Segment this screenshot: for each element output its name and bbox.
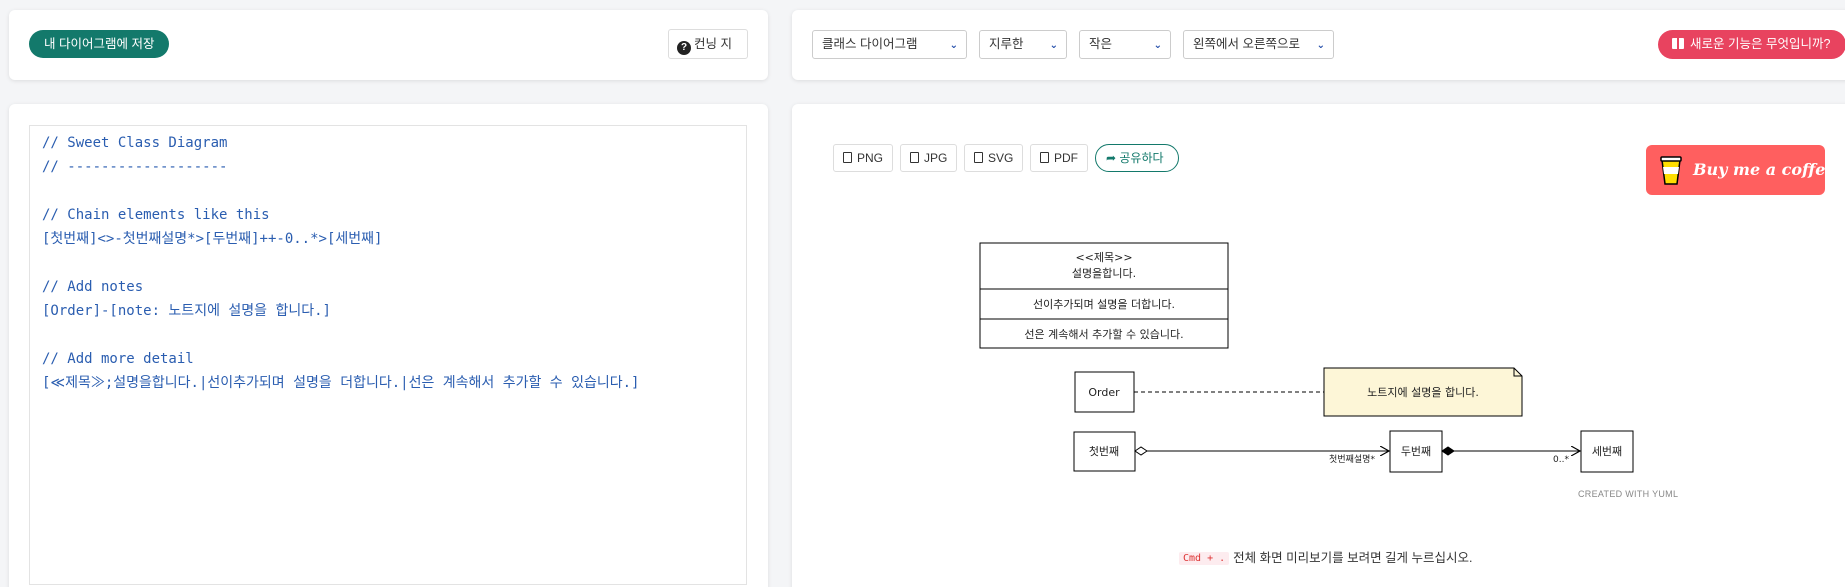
size-value: 작은 — [1089, 37, 1113, 51]
note-box[interactable]: 노트지에 설명을 합니다. — [1323, 367, 1523, 417]
class-description: 설명을합니다. — [1072, 267, 1136, 280]
preview-panel: PNG JPG SVG PDF ➦ 공유하다 Buy me a coffee <… — [792, 104, 1845, 587]
style-select[interactable]: 지루한 ⌄ — [979, 30, 1067, 59]
third-box[interactable]: 세번째 — [1580, 430, 1634, 473]
class-line-2: 선이추가되며 설명을 더합니다. — [1033, 298, 1175, 311]
chevron-down-icon: ⌄ — [949, 40, 958, 51]
gift-icon — [1672, 38, 1684, 49]
shortcut-key: Cmd + . — [1179, 552, 1230, 565]
whats-new-button[interactable]: 새로운 기능은 무엇입니까? — [1658, 30, 1845, 59]
fullscreen-hint: Cmd + . 전체 화면 미리보기를 보려면 길게 누르십시오. — [1179, 547, 1473, 566]
question-circle-icon: ? — [677, 41, 691, 55]
class-box-title[interactable]: <<제목>> 설명을합니다. 선이추가되며 설명을 더합니다. 선은 계속해서 … — [979, 242, 1229, 349]
association-label: 첫번째설명* — [1329, 454, 1375, 465]
whats-new-label: 새로운 기능은 무엇입니까? — [1690, 37, 1831, 51]
chevron-down-icon: ⌄ — [1153, 40, 1162, 51]
save-to-my-diagrams-button[interactable]: 내 다이어그램에 저장 — [29, 30, 170, 58]
multiplicity-label: 0..* — [1553, 455, 1569, 465]
third-label: 세번째 — [1592, 445, 1622, 458]
aggregation-edge: 첫번째설명* — [1134, 447, 1389, 465]
first-label: 첫번째 — [1089, 445, 1119, 458]
size-select[interactable]: 작은 ⌄ — [1079, 30, 1171, 59]
second-label: 두번째 — [1401, 445, 1431, 458]
fullscreen-hint-text: 전체 화면 미리보기를 보려면 길게 누르십시오. — [1233, 551, 1473, 565]
editor-panel: // Sweet Class Diagram // --------------… — [9, 104, 768, 587]
direction-select[interactable]: 왼쪽에서 오른쪽으로 ⌄ — [1183, 30, 1334, 59]
first-box[interactable]: 첫번째 — [1073, 431, 1136, 472]
toolbar-left: 내 다이어그램에 저장 ? 컨닝 지 — [9, 10, 768, 80]
cheat-sheet-label: 컨닝 지 — [694, 37, 732, 51]
uml-diagram: <<제목>> 설명을합니다. 선이추가되며 설명을 더합니다. 선은 계속해서 … — [979, 242, 1634, 473]
order-label: Order — [1088, 386, 1120, 399]
cheat-sheet-button[interactable]: ? 컨닝 지 — [668, 29, 748, 59]
diagram-type-value: 클래스 다이어그램 — [822, 37, 918, 51]
class-line-3: 선은 계속해서 추가할 수 있습니다. — [1024, 327, 1183, 341]
diagram-type-select[interactable]: 클래스 다이어그램 ⌄ — [812, 30, 967, 59]
class-stereotype: <<제목>> — [1075, 251, 1132, 264]
second-box[interactable]: 두번째 — [1389, 430, 1443, 473]
order-box[interactable]: Order — [1074, 371, 1135, 413]
code-editor[interactable]: // Sweet Class Diagram // --------------… — [29, 125, 747, 585]
direction-value: 왼쪽에서 오른쪽으로 — [1193, 37, 1300, 51]
note-label: 노트지에 설명을 합니다. — [1367, 386, 1479, 399]
style-value: 지루한 — [989, 37, 1024, 51]
chevron-down-icon: ⌄ — [1049, 40, 1058, 51]
chevron-down-icon: ⌄ — [1316, 40, 1325, 51]
toolbar-right: 클래스 다이어그램 ⌄ 지루한 ⌄ 작은 ⌄ 왼쪽에서 오른쪽으로 ⌄ 새로운 … — [792, 10, 1845, 80]
composition-edge: 0..* — [1441, 447, 1580, 465]
yuml-watermark: CREATED WITH YUML — [1578, 489, 1679, 499]
